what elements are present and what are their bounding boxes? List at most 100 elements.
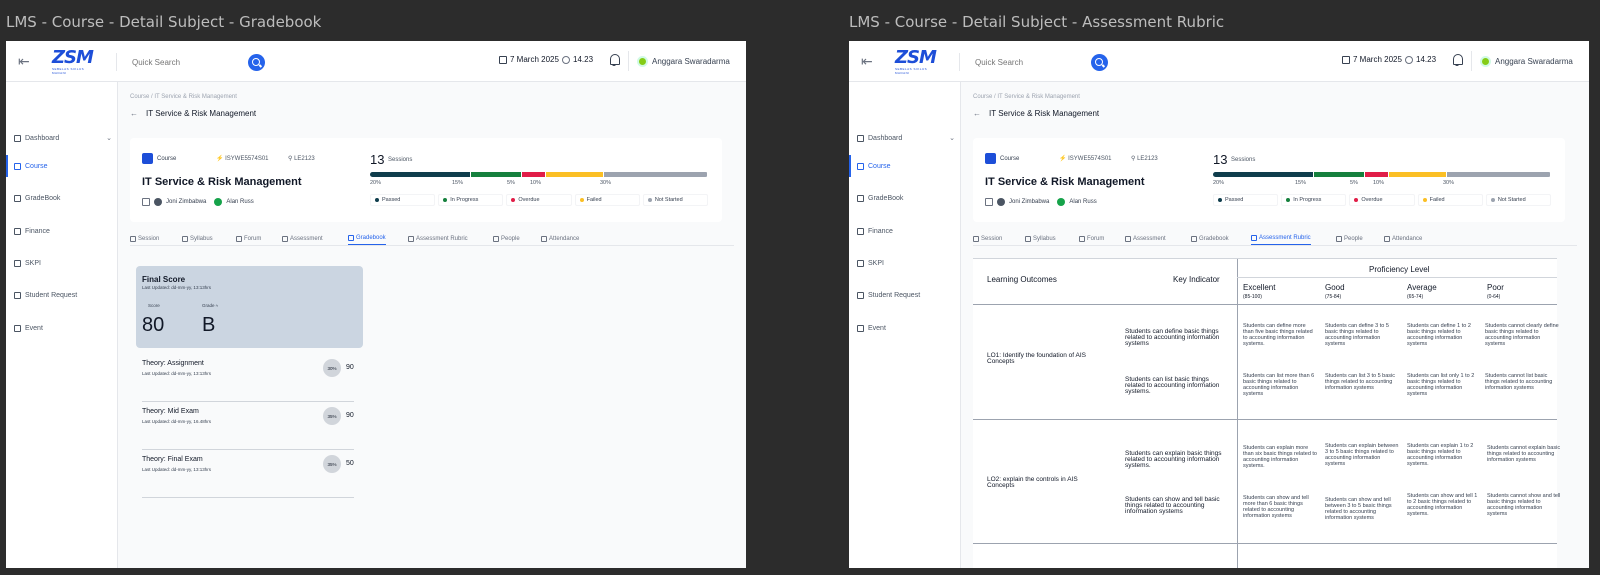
rubric-cell: Students cannot explain basic things rel… [1487, 445, 1561, 463]
gradebook-icon [14, 194, 21, 202]
tab-syllabus[interactable]: Syllabus [182, 232, 213, 245]
lecturer-list: Joni Zimbabwa Alan Russ [985, 198, 1097, 206]
sidebar-item-student-request[interactable]: Student Request [14, 287, 114, 303]
sidebar-item-skpi[interactable]: SKPI [14, 255, 114, 271]
key-indicator: Students can show and tell basic things … [1125, 496, 1220, 515]
legend-overdue: Overdue [1349, 194, 1415, 206]
search-input[interactable] [126, 51, 236, 73]
column-header-key-indicator: Key Indicator [1173, 275, 1220, 284]
tab-attendance[interactable]: Attendance [541, 232, 579, 245]
sidebar-item-event[interactable]: Event [14, 320, 114, 336]
sessions-label: Sessions [1231, 157, 1256, 163]
tab-assessment-rubric[interactable]: Assessment Rubric [408, 232, 468, 245]
zsm-logo: ZSM SEBELAS SIKLUS MADANI [895, 47, 937, 76]
rubric-cell: Students can define 3 to 5 basic things … [1325, 323, 1389, 347]
level-range: (0-64) [1487, 294, 1501, 300]
assessment-icon [282, 235, 288, 242]
level-name: Good [1325, 283, 1345, 292]
course-code: ⚡ ISYWE5574S01 [216, 156, 269, 162]
zsm-logo: ZSM SEBELAS SIKLUS MADANI [52, 47, 94, 76]
grade-item-title: Theory: Mid Exam [142, 408, 199, 415]
request-icon [857, 291, 864, 299]
row-divider [1237, 277, 1557, 278]
tab-people[interactable]: People [493, 232, 520, 245]
grade-item[interactable]: Theory: Mid Exam Last Updated: dd-mm-yy,… [142, 407, 354, 450]
sidebar-item-skpi[interactable]: SKPI [857, 255, 957, 271]
grade-item-updated: Last Updated: dd-mm-yy, 13:13hrs [142, 467, 211, 472]
tab-gradebook[interactable]: Gradebook [1191, 232, 1229, 245]
search-icon[interactable] [1091, 54, 1108, 71]
forum-icon [1079, 235, 1085, 242]
progress-segment [1213, 172, 1313, 177]
session-icon [973, 235, 979, 242]
dot-icon [1490, 198, 1495, 202]
sidebar-item-event[interactable]: Event [857, 320, 957, 336]
sidebar-item-gradebook[interactable]: GradeBook [857, 190, 957, 206]
sidebar-item-finance[interactable]: Finance [14, 223, 114, 239]
grade-item[interactable]: Theory: Final Exam Last Updated: dd-mm-y… [142, 455, 354, 498]
rubric-cell: Students can list more than 6 basic thin… [1243, 373, 1315, 397]
people-icon [1336, 235, 1342, 242]
grade-item-updated: Last Updated: dd-mm-yy, 16.48hrs [142, 419, 211, 424]
sessions-count: 13 [370, 152, 385, 167]
tab-syllabus[interactable]: Syllabus [1025, 232, 1056, 245]
rubric-cell: Students cannot clearly define basic thi… [1485, 323, 1559, 347]
collapse-sidebar-icon[interactable]: ⇤ [18, 53, 30, 70]
bell-icon[interactable] [1452, 54, 1463, 66]
dot-icon [1354, 198, 1359, 202]
top-bar: ⇤ ZSM SEBELAS SIKLUS MADANI 7 March 2025… [6, 41, 746, 82]
course-tag: Course [142, 153, 176, 164]
tab-people[interactable]: People [1336, 232, 1363, 245]
dashboard-icon [857, 134, 864, 142]
search-input[interactable] [969, 51, 1079, 73]
tab-assessment[interactable]: Assessment [1125, 232, 1166, 245]
sidebar-item-dashboard[interactable]: Dashboard ⌄ [14, 130, 114, 146]
sidebar-item-dashboard[interactable]: Dashboard ⌄ [857, 130, 957, 146]
sidebar-item-gradebook[interactable]: GradeBook [14, 190, 114, 206]
column-header-learning-outcomes: Learning Outcomes [987, 275, 1057, 284]
breadcrumb[interactable]: Course / IT Service & Risk Management [130, 94, 237, 100]
course-name: IT Service & Risk Management [985, 176, 1145, 188]
progress-label: 15% [452, 180, 464, 186]
gradebook-icon [1191, 235, 1197, 242]
sidebar-item-course[interactable]: Course [857, 158, 957, 174]
tab-assessment-rubric[interactable]: Assessment Rubric [1251, 232, 1311, 245]
tab-forum[interactable]: Forum [236, 232, 261, 245]
tab-attendance[interactable]: Attendance [1384, 232, 1422, 245]
back-arrow-icon[interactable]: ← [973, 109, 981, 118]
tab-session[interactable]: Session [130, 232, 159, 245]
time-display: 14.23 [1405, 55, 1436, 64]
legend-overdue: Overdue [506, 194, 572, 206]
back-arrow-icon[interactable]: ← [130, 109, 138, 118]
clock-icon [562, 55, 570, 64]
grade-item-weight: 30% [323, 359, 341, 377]
lecturer-icon [985, 198, 993, 206]
collapse-sidebar-icon[interactable]: ⇤ [861, 53, 873, 70]
tab-assessment[interactable]: Assessment [282, 232, 323, 245]
level-name: Poor [1487, 283, 1504, 292]
page-title: ← IT Service & Risk Management [973, 109, 1100, 118]
dot-icon [511, 198, 516, 202]
main-content: Course / IT Service & Risk Management ← I… [961, 82, 1589, 568]
grade-item[interactable]: Theory: Assignment Last Updated: dd-mm-y… [142, 359, 354, 402]
bell-icon[interactable] [609, 54, 620, 66]
sidebar: Dashboard ⌄ Course GradeBook Finance SKPI… [849, 82, 961, 568]
progress-segment [603, 172, 707, 177]
tab-session[interactable]: Session [973, 232, 1002, 245]
tab-gradebook[interactable]: Gradebook [348, 232, 386, 245]
avatar [1480, 55, 1491, 67]
sidebar-item-finance[interactable]: Finance [857, 223, 957, 239]
tab-forum[interactable]: Forum [1079, 232, 1104, 245]
user-menu[interactable]: Anggara Swaradarma [1471, 51, 1573, 71]
search-icon[interactable] [248, 54, 265, 71]
key-indicator: Students can explain basic things relate… [1125, 450, 1222, 469]
breadcrumb[interactable]: Course / IT Service & Risk Management [973, 94, 1080, 100]
chevron-down-icon: ⌄ [949, 135, 955, 142]
avatar [997, 198, 1005, 206]
progress-segment [1313, 172, 1364, 177]
sidebar-item-course[interactable]: Course [14, 158, 114, 174]
user-menu[interactable]: Anggara Swaradarma [628, 51, 730, 71]
course-tag-icon [985, 153, 996, 164]
sidebar-item-student-request[interactable]: Student Request [857, 287, 957, 303]
final-score-title: Final Score [142, 275, 186, 284]
